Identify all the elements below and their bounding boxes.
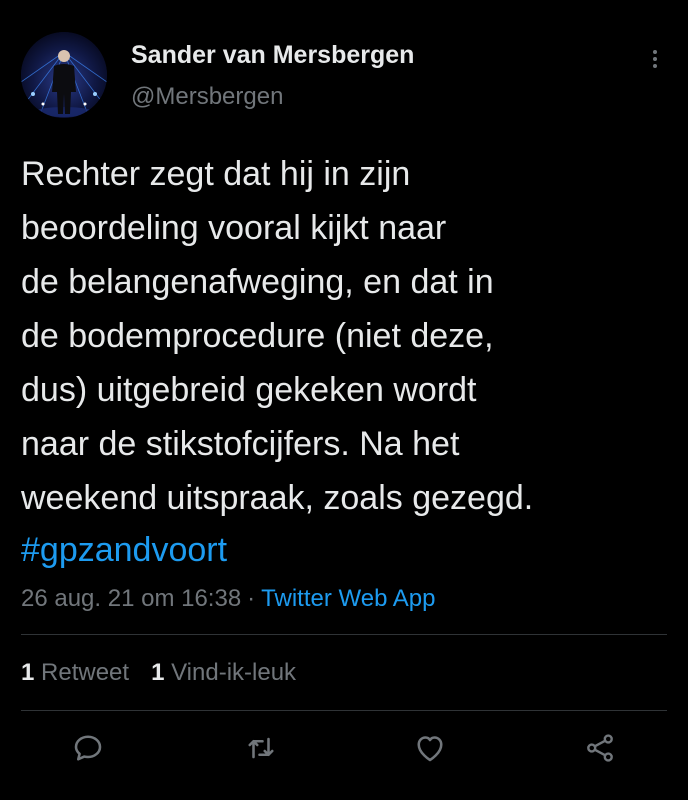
author-handle[interactable]: @Mersbergen (131, 82, 283, 112)
like-label: Vind-ik-leuk (171, 659, 297, 686)
share-icon (587, 734, 613, 762)
tweet-timestamp[interactable]: 26 aug. 21 om 16:38 (21, 585, 241, 612)
retweet-count: 1 (21, 659, 35, 686)
tweet-stats: 1 Retweet 1 Vind-ik-leuk (21, 656, 318, 690)
retweet-stat[interactable]: 1 Retweet (21, 659, 129, 686)
tweet-meta: 26 aug. 21 om 16:38 · Twitter Web App (21, 582, 435, 616)
like-button[interactable] (412, 730, 448, 766)
tweet-source-link[interactable]: Twitter Web App (261, 585, 435, 612)
author-name[interactable]: Sander van Mersbergen (131, 40, 414, 70)
meta-separator: · (247, 585, 256, 612)
retweet-icon (248, 737, 274, 759)
heart-icon (417, 736, 443, 762)
hashtag-link[interactable]: #gpzandvoort (21, 526, 227, 574)
reply-icon (74, 735, 102, 761)
more-options-button[interactable] (640, 44, 670, 74)
tweet-text: Rechter zegt dat hij in zijn beoordeling… (21, 155, 534, 517)
share-button[interactable] (582, 730, 618, 766)
author-avatar[interactable] (21, 32, 107, 118)
like-count: 1 (151, 659, 165, 686)
divider (21, 634, 667, 635)
like-stat[interactable]: 1 Vind-ik-leuk (151, 659, 296, 686)
avatar-image (21, 32, 107, 118)
divider (21, 710, 667, 711)
retweet-label: Retweet (41, 659, 130, 686)
reply-button[interactable] (70, 730, 106, 766)
more-vertical-icon (653, 50, 657, 68)
retweet-button[interactable] (243, 730, 279, 766)
